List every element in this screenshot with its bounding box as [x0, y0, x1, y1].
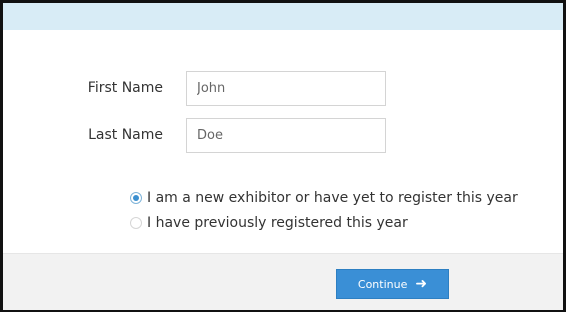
radio-new-exhibitor-label[interactable]: I am a new exhibitor or have yet to regi…	[147, 190, 518, 206]
header-band	[3, 0, 563, 30]
radio-previous-label[interactable]: I have previously registered this year	[147, 215, 408, 231]
registration-window: First Name Last Name I am a new exhibito…	[0, 0, 566, 312]
first-name-input[interactable]	[186, 71, 386, 106]
last-name-input[interactable]	[186, 118, 386, 153]
first-name-row: First Name	[3, 71, 563, 107]
continue-button[interactable]: Continue ➜	[336, 269, 449, 299]
radio-previous[interactable]	[130, 217, 142, 229]
radio-new-exhibitor[interactable]	[130, 192, 142, 204]
arrow-right-icon: ➜	[415, 276, 428, 292]
last-name-row: Last Name	[3, 118, 563, 154]
registration-form: First Name Last Name I am a new exhibito…	[3, 30, 563, 253]
first-name-label: First Name	[87, 80, 163, 96]
radio-option-new-exhibitor[interactable]: I am a new exhibitor or have yet to regi…	[130, 188, 518, 208]
last-name-label: Last Name	[88, 127, 163, 143]
continue-label: Continue	[357, 277, 408, 291]
form-footer: Continue ➜	[3, 253, 563, 310]
radio-option-previous[interactable]: I have previously registered this year	[130, 213, 408, 233]
